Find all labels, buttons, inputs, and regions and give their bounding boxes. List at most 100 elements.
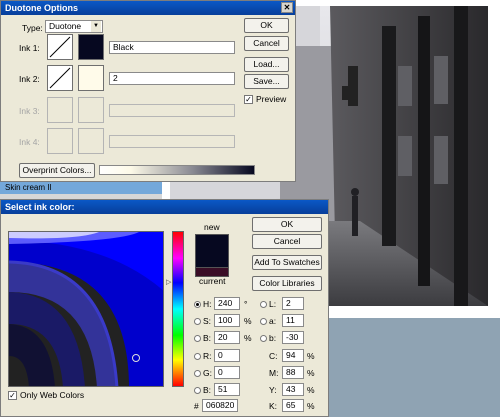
k-value: 65 [286, 400, 296, 410]
k-unit: % [307, 401, 315, 411]
picker-title: Select ink color: [5, 202, 75, 212]
g-value: 0 [218, 367, 223, 377]
blue-field[interactable]: 51 [214, 383, 240, 396]
m-label: M: [269, 368, 279, 378]
a-field[interactable]: 11 [282, 314, 304, 327]
preview-checkbox[interactable]: ✓ [244, 95, 253, 104]
save-button[interactable]: Save... [244, 74, 289, 89]
ink1-label: Ink 1: [19, 43, 40, 53]
r-radio[interactable] [194, 353, 201, 360]
picker-ok-button[interactable]: OK [252, 217, 322, 232]
duotone-options-dialog: Duotone Options ✕ Type: Duotone ▼ Ink 1:… [0, 0, 296, 182]
c-label: C: [269, 351, 278, 361]
m-field[interactable]: 88 [282, 366, 304, 379]
l-value: 2 [286, 298, 291, 308]
curve-icon [49, 36, 71, 58]
h-value: 240 [218, 298, 233, 308]
overprint-colors-button[interactable]: Overprint Colors... [19, 163, 95, 178]
picker-cancel-button[interactable]: Cancel [252, 234, 322, 249]
a-label: a: [269, 316, 277, 326]
c-value: 94 [286, 350, 296, 360]
duotone-ok-button[interactable]: OK [244, 18, 289, 33]
lab-b-radio[interactable] [260, 335, 267, 342]
add-to-swatches-button[interactable]: Add To Swatches [252, 255, 322, 270]
color-libraries-button[interactable]: Color Libraries [252, 276, 322, 291]
selected-layer-row[interactable]: Skin cream II [0, 180, 162, 194]
b-label: B: [203, 333, 212, 343]
type-select[interactable]: Duotone ▼ [45, 20, 103, 33]
preview-label: Preview [256, 94, 287, 104]
r-label: R: [203, 351, 212, 361]
b-field[interactable]: 20 [214, 331, 240, 344]
s-radio[interactable] [194, 318, 201, 325]
r-field[interactable]: 0 [214, 349, 240, 362]
g-radio[interactable] [194, 370, 201, 377]
hue-slider-arrow-icon[interactable]: ▷ [166, 278, 171, 286]
h-radio[interactable] [194, 301, 201, 308]
g-field[interactable]: 0 [214, 366, 240, 379]
duotone-cancel-button[interactable]: Cancel [244, 36, 289, 51]
load-label: Load... [253, 59, 280, 69]
type-value: Duotone [49, 21, 82, 31]
l-radio[interactable] [260, 301, 267, 308]
new-color-swatch [195, 234, 229, 268]
type-label: Type: [22, 23, 43, 33]
c-field[interactable]: 94 [282, 349, 304, 362]
ink3-curve-box [47, 97, 73, 123]
s-field[interactable]: 100 [214, 314, 240, 327]
ink1-color-swatch[interactable] [78, 34, 104, 60]
h-unit: ° [244, 299, 248, 309]
curve-icon [49, 67, 71, 89]
ink2-curve-box[interactable] [47, 65, 73, 91]
ink3-name-field [109, 104, 235, 117]
k-label: K: [269, 401, 278, 411]
ink1-curve-box[interactable] [47, 34, 73, 60]
duotone-title: Duotone Options [5, 3, 78, 13]
m-value: 88 [286, 367, 296, 377]
y-field[interactable]: 43 [282, 383, 304, 396]
b-radio[interactable] [194, 335, 201, 342]
c-unit: % [307, 351, 315, 361]
picker-titlebar[interactable]: Select ink color: [1, 200, 328, 214]
ink2-name: 2 [113, 73, 118, 83]
b-unit: % [244, 333, 252, 343]
a-radio[interactable] [260, 318, 267, 325]
close-icon[interactable]: ✕ [281, 2, 293, 13]
only-web-colors-checkbox[interactable]: ✓ [8, 391, 17, 400]
blue-value: 51 [218, 384, 228, 394]
lab-b-label: b: [269, 333, 277, 343]
k-field[interactable]: 65 [282, 399, 304, 412]
h-field[interactable]: 240 [214, 297, 240, 310]
hex-field[interactable]: 060820 [202, 399, 238, 412]
chevron-down-icon: ▼ [91, 21, 101, 32]
l-label: L: [269, 299, 277, 309]
ok-label: OK [260, 20, 273, 30]
color-field-graphic [9, 232, 163, 386]
ink1-name-field[interactable]: Black [109, 41, 235, 54]
duotone-titlebar[interactable]: Duotone Options ✕ [1, 1, 295, 15]
blue-label: B: [203, 385, 212, 395]
m-unit: % [307, 368, 315, 378]
g-label: G: [203, 368, 212, 378]
check-icon: ✓ [9, 391, 16, 400]
select-ink-color-dialog: Select ink color: ▷ new current OK Cance… [0, 199, 329, 417]
h-label: H: [203, 299, 212, 309]
l-field[interactable]: 2 [282, 297, 304, 310]
s-unit: % [244, 316, 252, 326]
y-value: 43 [286, 384, 296, 394]
s-value: 100 [218, 315, 233, 325]
ink2-name-field[interactable]: 2 [109, 72, 235, 85]
load-button[interactable]: Load... [244, 57, 289, 72]
blue-radio[interactable] [194, 387, 201, 394]
y-label: Y: [269, 385, 277, 395]
selected-layer-label: Skin cream II [5, 183, 52, 192]
cancel-label: Cancel [273, 236, 301, 246]
new-label: new [204, 222, 220, 232]
current-label: current [199, 276, 226, 286]
color-field[interactable] [8, 231, 164, 387]
ink2-color-swatch[interactable] [78, 65, 104, 91]
b-value: 20 [218, 332, 228, 342]
hue-slider[interactable] [172, 231, 184, 387]
lab-b-field[interactable]: -30 [282, 331, 304, 344]
ink3-label: Ink 3: [19, 106, 40, 116]
